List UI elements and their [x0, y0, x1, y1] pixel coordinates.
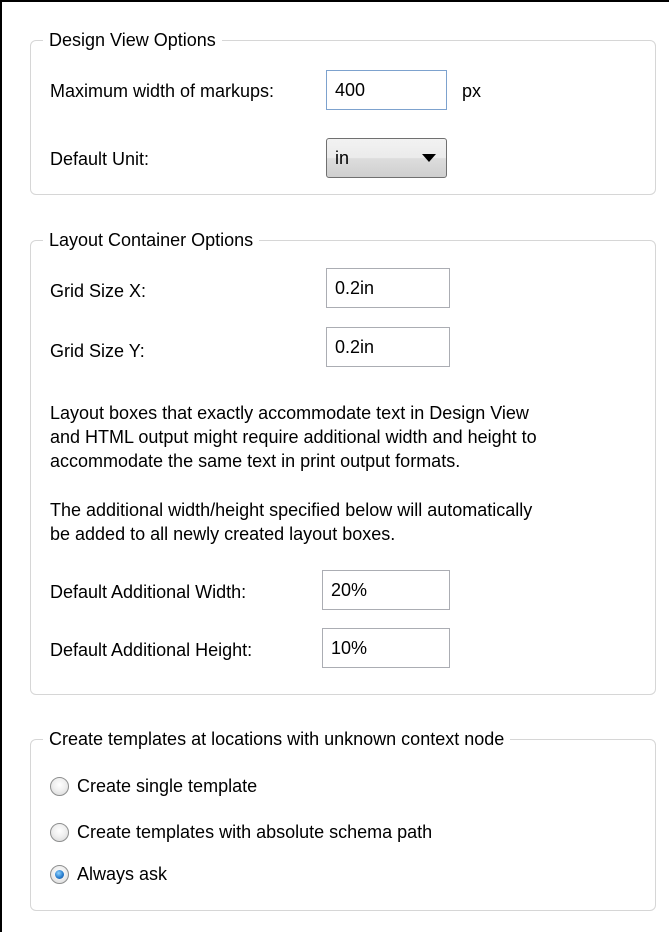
layout-info-text: Layout boxes that exactly accommodate te… [50, 401, 650, 473]
radio-unchecked-icon[interactable] [50, 776, 69, 796]
group-title: Design View Options [43, 28, 222, 52]
radio-label: Create templates with absolute schema pa… [77, 821, 433, 842]
additional-height-label: Default Additional Height: [50, 640, 253, 660]
additional-width-input[interactable]: 20% [322, 570, 450, 610]
grid-size-x-label: Grid Size X: [50, 281, 147, 301]
additional-info-line: The additional width/height specified be… [50, 500, 533, 520]
radio-always-ask[interactable]: Always ask [50, 861, 167, 887]
max-width-input[interactable]: 400 [326, 70, 447, 110]
default-unit-select[interactable]: in [326, 138, 447, 178]
chevron-down-icon [422, 154, 436, 162]
radio-create-templates-absolute-path[interactable]: Create templates with absolute schema pa… [50, 819, 432, 845]
radio-unchecked-icon[interactable] [50, 822, 69, 842]
additional-width-label: Default Additional Width: [50, 582, 247, 602]
layout-info-line: and HTML output might require additional… [50, 427, 537, 447]
radio-checked-icon[interactable] [50, 864, 69, 884]
additional-height-input[interactable]: 10% [322, 628, 450, 668]
layout-info-line: Layout boxes that exactly accommodate te… [50, 403, 529, 423]
radio-create-single-template[interactable]: Create single template [50, 773, 257, 799]
max-width-label: Maximum width of markups: [50, 81, 275, 101]
group-title: Create templates at locations with unkno… [43, 727, 511, 751]
grid-size-x-input[interactable]: 0.2in [326, 268, 450, 308]
group-title: Layout Container Options [43, 228, 260, 252]
layout-info-line: accommodate the same text in print outpu… [50, 451, 461, 471]
additional-info-line: be added to all newly created layout box… [50, 524, 396, 544]
grid-size-y-label: Grid Size Y: [50, 341, 145, 361]
default-unit-label: Default Unit: [50, 149, 150, 169]
radio-label: Create single template [77, 775, 258, 796]
grid-size-y-input[interactable]: 0.2in [326, 327, 450, 367]
max-width-unit: px [462, 81, 482, 101]
options-panel: Design View Options Maximum width of mar… [0, 0, 669, 932]
default-unit-value: in [335, 148, 350, 168]
additional-size-info-text: The additional width/height specified be… [50, 498, 650, 546]
radio-label: Always ask [77, 863, 168, 884]
